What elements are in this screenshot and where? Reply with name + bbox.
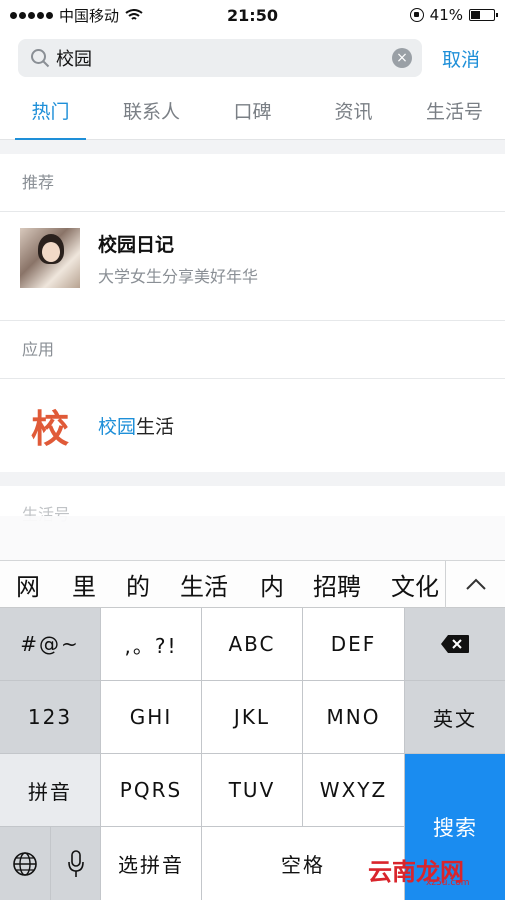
candidate-word[interactable]: 网: [16, 567, 40, 602]
avatar: [20, 228, 80, 288]
microphone-key[interactable]: [51, 827, 101, 900]
search-header: × 取消: [0, 30, 505, 86]
select-pinyin-key[interactable]: 选拼音: [101, 827, 202, 900]
battery-fill: [471, 11, 480, 19]
app-name-rest: 生活: [136, 415, 175, 438]
watermark-url: xz5u.com: [426, 878, 470, 888]
tab-news[interactable]: 资讯: [303, 86, 404, 139]
app-name-highlight: 校园: [98, 415, 137, 438]
candidate-word[interactable]: 内: [260, 567, 284, 602]
ghi-key[interactable]: GHI: [101, 681, 202, 754]
tab-reviews[interactable]: 口碑: [202, 86, 303, 139]
pqrs-key[interactable]: PQRS: [101, 754, 202, 827]
battery-percent: 41%: [429, 6, 463, 24]
symbols-key[interactable]: #@~: [0, 608, 101, 681]
tab-lifestyle[interactable]: 生活号: [404, 86, 505, 139]
collapse-candidates-icon[interactable]: [445, 561, 505, 608]
search-input[interactable]: [56, 47, 356, 69]
tab-bar: 热门 联系人 口碑 资讯 生活号: [0, 86, 505, 140]
recommend-item-subtitle: 大学女生分享美好年华: [98, 266, 259, 286]
status-bar: 中国移动 21:50 41%: [0, 0, 505, 30]
backspace-icon: [441, 635, 469, 653]
signal-icon: [10, 11, 53, 19]
mno-key[interactable]: MNO: [303, 681, 405, 754]
globe-icon: [13, 851, 37, 876]
clear-icon[interactable]: ×: [392, 48, 412, 68]
recommend-item[interactable]: 校园日记 大学女生分享美好年华: [0, 212, 505, 304]
carrier-label: 中国移动: [59, 6, 120, 25]
recommend-section: 推荐 校园日记 大学女生分享美好年华: [0, 154, 505, 320]
punctuation-key[interactable]: ,。?!: [101, 608, 202, 681]
candidate-word[interactable]: 招聘: [313, 567, 361, 602]
candidate-word[interactable]: 文化: [391, 567, 439, 602]
cancel-button[interactable]: 取消: [442, 45, 480, 72]
candidate-bar: 网 里 的 生活 内 招聘 文化: [0, 560, 505, 608]
candidate-word[interactable]: 的: [126, 567, 150, 602]
app-item[interactable]: 校 校园生活: [0, 379, 505, 471]
candidate-word[interactable]: 生活: [180, 567, 228, 602]
microphone-icon: [67, 849, 84, 877]
recommend-section-title: 推荐: [0, 154, 505, 212]
clock: 21:50: [227, 5, 278, 25]
wifi-icon: [125, 9, 143, 20]
apps-section: 应用 校 校园生活: [0, 320, 505, 472]
numbers-key[interactable]: 123: [0, 681, 101, 754]
apps-section-title: 应用: [0, 321, 505, 379]
tab-contacts[interactable]: 联系人: [101, 86, 202, 139]
pinyin-key[interactable]: 拼音: [0, 754, 101, 827]
keyboard-overlay: [0, 516, 505, 560]
watermark-logo: 云南龙网 xz5u.com: [368, 852, 498, 892]
tab-hot[interactable]: 热门: [0, 86, 101, 140]
status-left: 中国移动: [10, 5, 180, 26]
jkl-key[interactable]: JKL: [202, 681, 303, 754]
candidate-word[interactable]: 里: [72, 567, 96, 602]
app-name: 校园生活: [98, 412, 174, 439]
status-right: 41%: [325, 6, 498, 24]
wxyz-key[interactable]: WXYZ: [303, 754, 405, 827]
globe-key[interactable]: [0, 827, 51, 900]
orientation-lock-icon: [409, 8, 424, 22]
def-key[interactable]: DEF: [303, 608, 405, 681]
search-box[interactable]: ×: [18, 39, 422, 77]
recommend-item-title: 校园日记: [98, 233, 175, 256]
abc-key[interactable]: ABC: [202, 608, 303, 681]
app-icon: 校: [30, 406, 69, 451]
recommend-item-text: 校园日记 大学女生分享美好年华: [98, 230, 258, 287]
battery-icon: [469, 9, 498, 21]
tuv-key[interactable]: TUV: [202, 754, 303, 827]
backspace-key[interactable]: [405, 608, 505, 681]
search-icon: [31, 49, 50, 68]
english-key[interactable]: 英文: [405, 681, 505, 754]
